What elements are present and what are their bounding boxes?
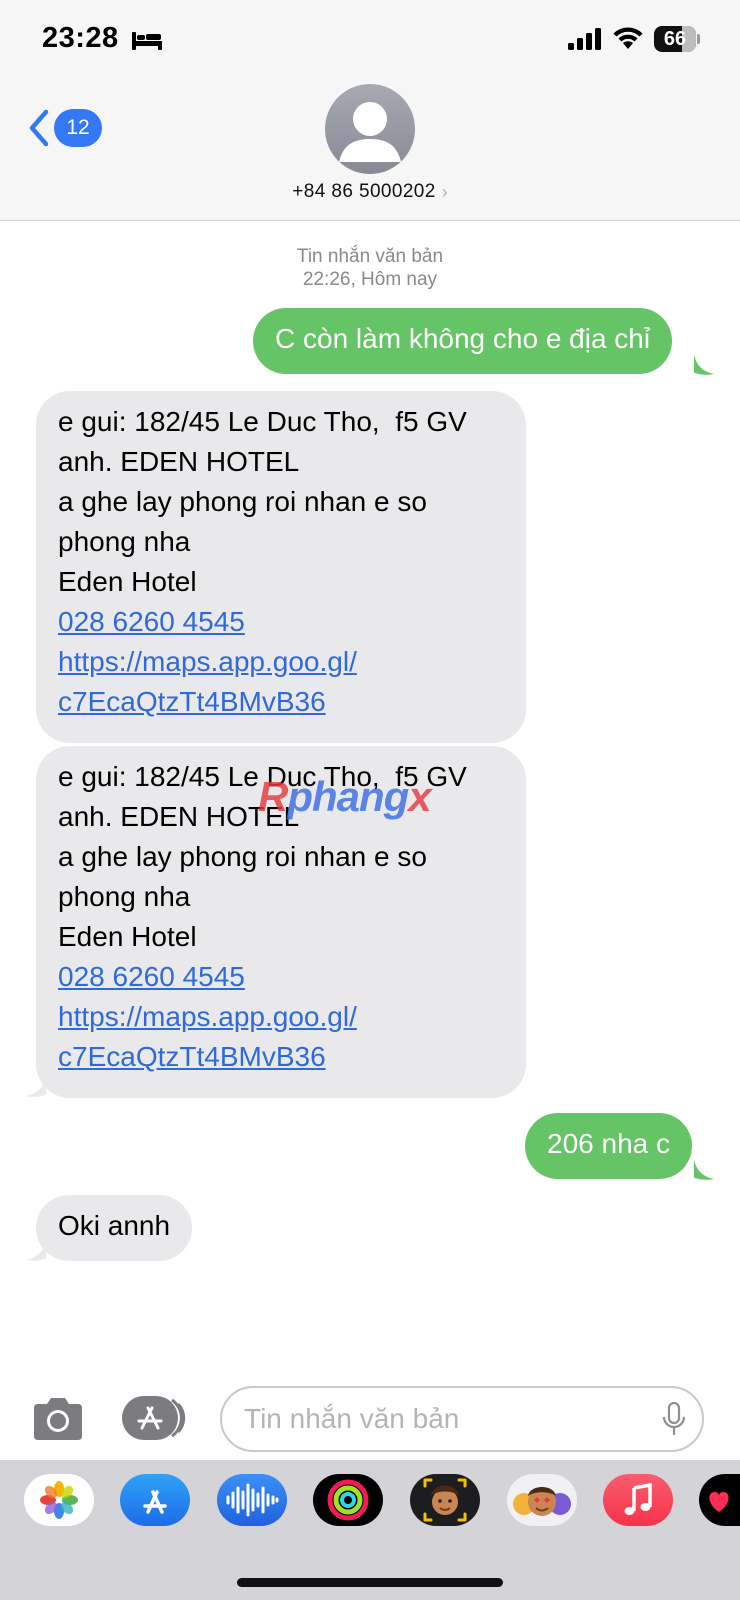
cellular-signal-icon xyxy=(568,28,601,50)
home-indicator[interactable] xyxy=(237,1578,503,1587)
activity-icon[interactable] xyxy=(313,1474,383,1526)
chevron-right-icon: › xyxy=(441,181,448,202)
battery-indicator: 66 xyxy=(654,26,700,52)
camera-icon[interactable] xyxy=(30,1396,86,1444)
sent-message-bubble[interactable]: C còn làm không cho e địa chỉ xyxy=(253,308,673,374)
wifi-icon xyxy=(613,27,643,49)
message-timestamp: Tin nhắn văn bản 22:26, Hôm nay xyxy=(296,246,444,290)
phone-link[interactable]: 028 6260 4545 xyxy=(58,602,504,642)
phone-link[interactable]: 028 6260 4545 xyxy=(58,957,504,997)
app-store-icon[interactable] xyxy=(120,1474,190,1526)
maps-url-link[interactable]: https://maps.app.goo.gl/ xyxy=(58,642,504,682)
audio-message-icon[interactable] xyxy=(217,1474,287,1526)
message-input[interactable] xyxy=(244,1388,644,1450)
maps-url-link-continued[interactable]: c7EcaQtzTt4BMvB36 xyxy=(58,1037,504,1077)
sent-message-bubble[interactable]: 206 nha c xyxy=(525,1113,692,1179)
navigation-header: 23:28 66 12 +84 86 5000202 › xyxy=(0,0,740,221)
bubble-tail xyxy=(26,1076,46,1097)
chevron-left-icon xyxy=(29,109,49,147)
contact-name: +84 86 5000202 xyxy=(292,181,436,202)
person-icon xyxy=(339,102,401,162)
watermark-logo: Rphangx xyxy=(258,773,432,820)
received-message-bubble[interactable]: e gui: 182/45 Le Duc Tho, f5 GV anh. EDE… xyxy=(36,391,526,743)
contact-avatar[interactable] xyxy=(325,84,415,174)
status-time: 23:28 xyxy=(42,22,119,54)
bubble-tail xyxy=(694,1159,714,1180)
bubble-tail xyxy=(26,1240,46,1261)
animoji-icon[interactable] xyxy=(507,1474,577,1526)
music-icon[interactable] xyxy=(603,1474,673,1526)
bed-icon xyxy=(132,32,162,50)
contact-name-button[interactable]: +84 86 5000202 › xyxy=(0,181,740,203)
back-button[interactable]: 12 xyxy=(26,106,102,150)
app-store-drawer-icon[interactable] xyxy=(122,1396,188,1440)
maps-url-link-continued[interactable]: c7EcaQtzTt4BMvB36 xyxy=(58,682,504,722)
microphone-icon[interactable] xyxy=(662,1402,686,1438)
received-message-bubble[interactable]: Oki annh xyxy=(36,1195,193,1261)
unread-count-badge: 12 xyxy=(54,109,102,147)
maps-url-link[interactable]: https://maps.app.goo.gl/ xyxy=(58,997,504,1037)
battery-level: 66 xyxy=(663,28,687,50)
bubble-tail xyxy=(694,354,714,375)
message-input-container[interactable] xyxy=(220,1386,704,1452)
memoji-icon[interactable] xyxy=(410,1474,480,1526)
photos-icon[interactable] xyxy=(24,1474,94,1526)
